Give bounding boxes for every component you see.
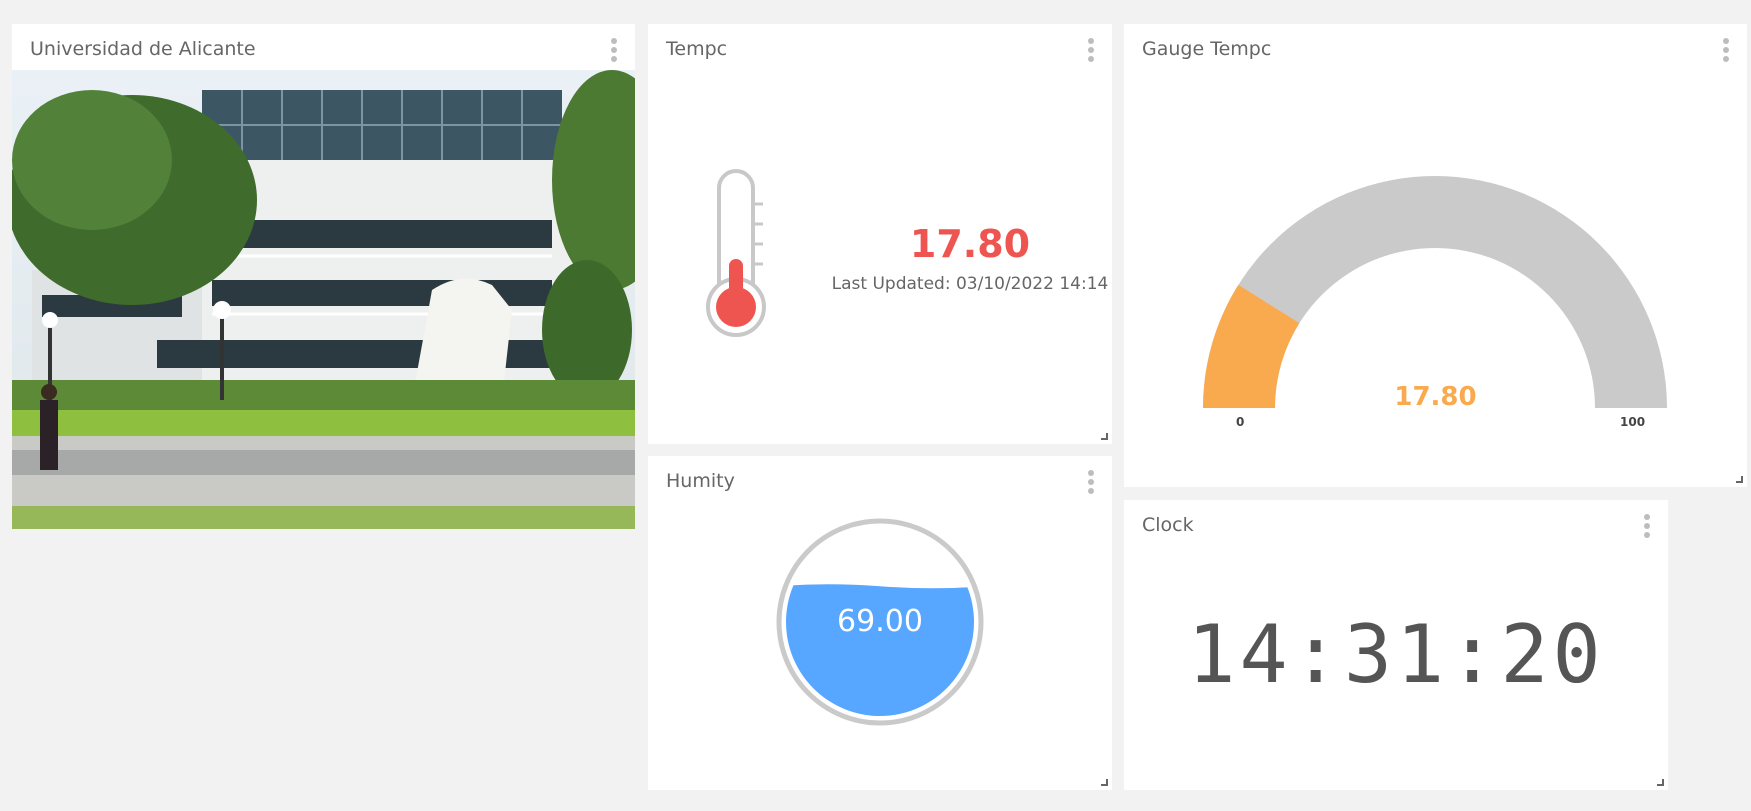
resize-handle-icon[interactable]: [1736, 476, 1743, 483]
kebab-menu-icon[interactable]: [609, 38, 619, 62]
resize-handle-icon[interactable]: [1101, 433, 1108, 440]
resize-handle-icon[interactable]: [1101, 779, 1108, 786]
temperature-value: 17.80: [909, 222, 1031, 266]
clock-widget: Clock 14:31:20: [1124, 500, 1668, 790]
semicircle-gauge: [1203, 176, 1667, 408]
image-widget-title: Universidad de Alicante: [30, 38, 256, 60]
gauge-min-label: 0: [1236, 415, 1245, 429]
clock-time: 14:31:20: [1187, 608, 1605, 701]
gauge-widget: Gauge Tempc 17.80 0 100: [1124, 24, 1747, 487]
clock-widget-title: Clock: [1142, 514, 1194, 536]
kebab-menu-icon[interactable]: [1086, 470, 1096, 494]
kebab-menu-icon[interactable]: [1642, 514, 1652, 538]
campus-photo: [12, 70, 635, 529]
thermometer-icon: [706, 169, 766, 337]
gauge-max-label: 100: [1620, 415, 1646, 429]
temperature-widget: Tempc 17.80 Last Updated: 03/10/2022 14:…: [648, 24, 1112, 444]
humidity-widget: Humity 69.00: [648, 456, 1112, 790]
gauge-value: 17.80: [1394, 382, 1477, 412]
resize-handle-icon[interactable]: [1657, 779, 1664, 786]
image-widget: Universidad de Alicante: [12, 24, 635, 529]
temperature-widget-title: Tempc: [666, 38, 728, 60]
last-updated-text: Last Updated: 03/10/2022 14:14: [831, 274, 1109, 294]
kebab-menu-icon[interactable]: [1086, 38, 1096, 62]
humidity-value: 69.00: [837, 604, 923, 639]
humidity-widget-title: Humity: [666, 470, 735, 492]
